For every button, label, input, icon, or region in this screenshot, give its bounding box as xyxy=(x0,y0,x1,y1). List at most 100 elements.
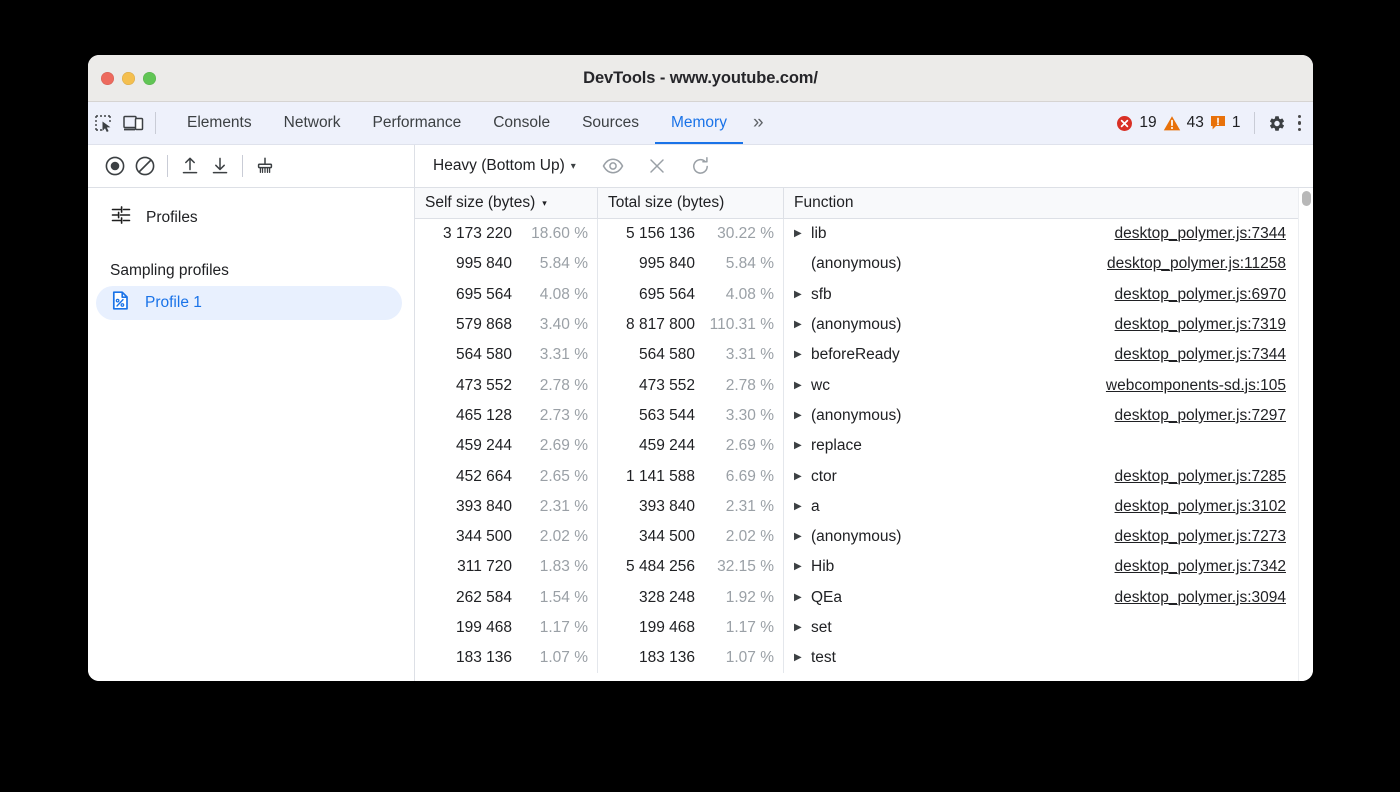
self-size-percent: 2.73 % xyxy=(518,407,597,425)
table-row[interactable]: 311 7201.83 %5 484 25632.15 %▶Hibdesktop… xyxy=(415,552,1298,582)
collect-garbage-icon[interactable] xyxy=(250,151,280,181)
table-row[interactable]: 465 1282.73 %563 5443.30 %▶(anonymous)de… xyxy=(415,401,1298,431)
view-mode-select[interactable]: Heavy (Bottom Up) ▾ xyxy=(427,157,582,175)
source-link[interactable]: desktop_polymer.js:7319 xyxy=(1115,316,1286,334)
cell-function: ▶(anonymous)desktop_polymer.js:7319 xyxy=(784,310,1298,340)
expand-triangle-icon[interactable]: ▶ xyxy=(794,472,811,482)
expand-triangle-icon[interactable]: ▶ xyxy=(794,320,811,330)
total-size-percent: 1.07 % xyxy=(701,649,783,667)
cell-total-size: 344 5002.02 % xyxy=(598,522,784,552)
self-size-value: 262 584 xyxy=(415,589,518,607)
source-link[interactable]: desktop_polymer.js:7297 xyxy=(1115,407,1286,425)
warning-icon xyxy=(1163,115,1181,132)
cell-total-size: 695 5644.08 % xyxy=(598,280,784,310)
column-label: Function xyxy=(794,194,853,212)
total-size-value: 199 468 xyxy=(598,619,701,637)
cell-self-size: 473 5522.78 % xyxy=(415,370,598,400)
scrollbar-thumb[interactable] xyxy=(1302,191,1311,206)
record-icon[interactable] xyxy=(100,151,130,181)
expand-triangle-icon[interactable]: ▶ xyxy=(794,411,811,421)
view-actions: Heavy (Bottom Up) ▾ xyxy=(415,151,716,181)
expand-triangle-icon[interactable]: ▶ xyxy=(794,593,811,603)
table-row[interactable]: 199 4681.17 %199 4681.17 %▶set xyxy=(415,613,1298,643)
source-link[interactable]: desktop_polymer.js:11258 xyxy=(1107,255,1286,273)
self-size-value: 393 840 xyxy=(415,498,518,516)
expand-triangle-icon[interactable]: ▶ xyxy=(794,381,811,391)
expand-triangle-icon[interactable]: ▶ xyxy=(794,290,811,300)
devtools-window: DevTools - www.youtube.com/ xyxy=(88,55,1313,681)
download-icon[interactable] xyxy=(205,151,235,181)
profile-data-grid: Self size (bytes) ▾ Total size (bytes) F… xyxy=(415,188,1298,681)
issue-counter[interactable]: 1 xyxy=(1210,114,1241,132)
vertical-scrollbar[interactable] xyxy=(1298,188,1313,681)
expand-triangle-icon[interactable]: ▶ xyxy=(794,532,811,542)
source-link[interactable]: desktop_polymer.js:7273 xyxy=(1115,528,1286,546)
self-size-percent: 3.31 % xyxy=(518,346,597,364)
table-row[interactable]: 183 1361.07 %183 1361.07 %▶test xyxy=(415,643,1298,673)
source-link[interactable]: webcomponents-sd.js:105 xyxy=(1106,377,1286,395)
column-header-self-size[interactable]: Self size (bytes) ▾ xyxy=(415,188,598,218)
devtools-tab-strip: Elements Network Performance Console Sou… xyxy=(88,102,1313,145)
expand-triangle-icon[interactable]: ▶ xyxy=(794,623,811,633)
upload-icon[interactable] xyxy=(175,151,205,181)
gear-icon[interactable] xyxy=(1262,108,1292,138)
table-row[interactable]: 695 5644.08 %695 5644.08 %▶sfbdesktop_po… xyxy=(415,280,1298,310)
expand-triangle-icon[interactable]: ▶ xyxy=(794,229,811,239)
kebab-menu-icon[interactable] xyxy=(1292,115,1314,132)
total-size-percent: 4.08 % xyxy=(701,286,783,304)
table-row[interactable]: 3 173 22018.60 %5 156 13630.22 %▶libdesk… xyxy=(415,219,1298,249)
source-link[interactable]: desktop_polymer.js:3094 xyxy=(1115,589,1286,607)
cell-self-size: 262 5841.54 % xyxy=(415,583,598,613)
source-link[interactable]: desktop_polymer.js:7344 xyxy=(1115,225,1286,243)
table-row[interactable]: 564 5803.31 %564 5803.31 %▶beforeReadyde… xyxy=(415,340,1298,370)
expand-triangle-icon[interactable]: ▶ xyxy=(794,562,811,572)
cell-self-size: 452 6642.65 % xyxy=(415,461,598,491)
device-toolbar-icon[interactable] xyxy=(118,108,148,138)
tab-network[interactable]: Network xyxy=(268,102,357,144)
sidebar-item-profile-1[interactable]: Profile 1 xyxy=(96,286,402,320)
table-row[interactable]: 393 8402.31 %393 8402.31 %▶adesktop_poly… xyxy=(415,492,1298,522)
source-link[interactable]: desktop_polymer.js:7342 xyxy=(1115,558,1286,576)
total-size-value: 393 840 xyxy=(598,498,701,516)
tab-elements[interactable]: Elements xyxy=(171,102,268,144)
sidebar-header[interactable]: Profiles xyxy=(88,196,414,239)
tab-performance[interactable]: Performance xyxy=(356,102,477,144)
expand-triangle-icon[interactable]: ▶ xyxy=(794,350,811,360)
cell-self-size: 199 4681.17 % xyxy=(415,613,598,643)
source-link[interactable]: desktop_polymer.js:7344 xyxy=(1115,346,1286,364)
column-header-total-size[interactable]: Total size (bytes) xyxy=(598,188,784,218)
cell-total-size: 1 141 5886.69 % xyxy=(598,461,784,491)
more-tabs-icon[interactable]: » xyxy=(743,112,772,134)
tab-memory[interactable]: Memory xyxy=(655,102,743,144)
warning-counter[interactable]: 43 xyxy=(1163,114,1204,132)
expand-triangle-icon[interactable]: ▶ xyxy=(794,441,811,451)
source-link[interactable]: desktop_polymer.js:3102 xyxy=(1115,498,1286,516)
table-row[interactable]: 473 5522.78 %473 5522.78 %▶wcwebcomponen… xyxy=(415,370,1298,400)
eye-icon[interactable] xyxy=(598,151,628,181)
tab-sources[interactable]: Sources xyxy=(566,102,655,144)
table-row[interactable]: 459 2442.69 %459 2442.69 %▶replace xyxy=(415,431,1298,461)
expand-triangle-icon[interactable]: ▶ xyxy=(794,502,811,512)
self-size-percent: 2.69 % xyxy=(518,437,597,455)
table-row[interactable]: 452 6642.65 %1 141 5886.69 %▶ctordesktop… xyxy=(415,461,1298,491)
sidebar-section-label: Sampling profiles xyxy=(88,239,414,286)
tab-console[interactable]: Console xyxy=(477,102,566,144)
column-header-function[interactable]: Function xyxy=(784,188,1298,218)
expand-triangle-icon[interactable]: ▶ xyxy=(794,653,811,663)
total-size-percent: 32.15 % xyxy=(701,558,783,576)
source-link[interactable]: desktop_polymer.js:6970 xyxy=(1115,286,1286,304)
table-row[interactable]: 579 8683.40 %8 817 800110.31 %▶(anonymou… xyxy=(415,310,1298,340)
inspect-element-icon[interactable] xyxy=(88,108,118,138)
table-row[interactable]: 262 5841.54 %328 2481.92 %▶QEadesktop_po… xyxy=(415,583,1298,613)
cell-total-size: 995 8405.84 % xyxy=(598,249,784,279)
cell-function: ▶QEadesktop_polymer.js:3094 xyxy=(784,583,1298,613)
error-counter[interactable]: 19 xyxy=(1116,114,1156,132)
refresh-icon[interactable] xyxy=(686,151,716,181)
close-icon[interactable] xyxy=(642,151,672,181)
table-row[interactable]: 344 5002.02 %344 5002.02 %▶(anonymous)de… xyxy=(415,522,1298,552)
clear-icon[interactable] xyxy=(130,151,160,181)
table-row[interactable]: 995 8405.84 %995 8405.84 %(anonymous)des… xyxy=(415,249,1298,279)
self-size-percent: 2.02 % xyxy=(518,528,597,546)
cell-function: ▶Hibdesktop_polymer.js:7342 xyxy=(784,552,1298,582)
source-link[interactable]: desktop_polymer.js:7285 xyxy=(1115,468,1286,486)
